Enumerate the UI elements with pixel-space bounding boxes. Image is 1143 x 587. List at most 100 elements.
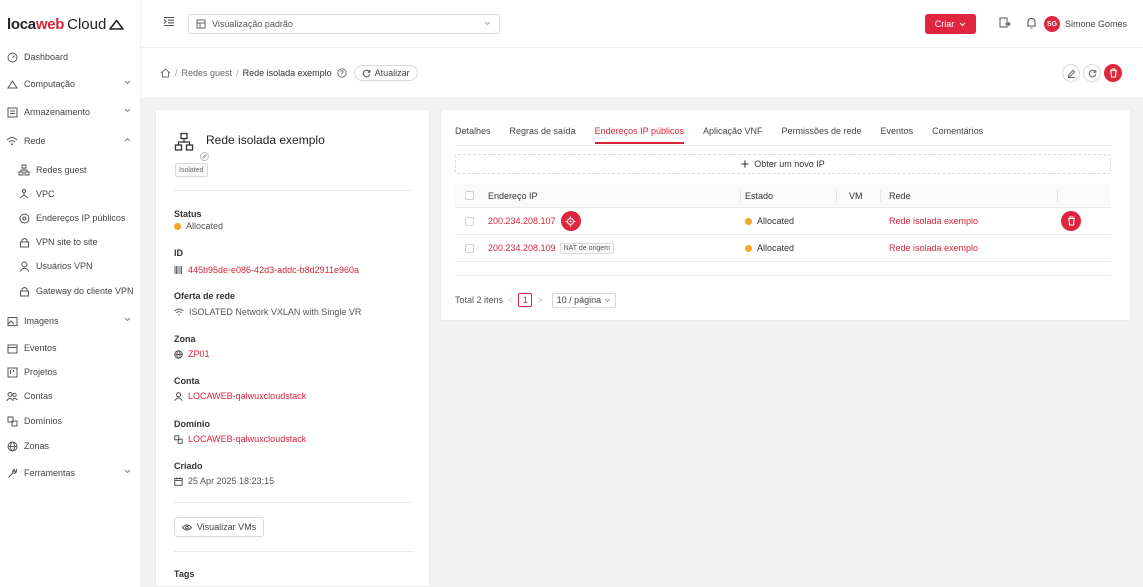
select-all-checkbox[interactable]	[465, 191, 474, 200]
sidebar-item-imagens[interactable]: Imagens	[0, 311, 141, 331]
refresh-button[interactable]: Atualizar	[353, 65, 418, 81]
status-dot	[174, 222, 181, 230]
id-label: ID	[174, 248, 183, 258]
col-ip[interactable]: Endereço IP	[488, 184, 538, 207]
view-vms-button[interactable]: Visualizar VMs	[174, 517, 264, 537]
tab-eventos[interactable]: Eventos	[881, 126, 914, 144]
sidebar-item-dominios[interactable]: Domínios	[0, 411, 141, 431]
globe-icon	[174, 349, 183, 359]
sidebar-item-label: Zonas	[24, 441, 50, 451]
storage-icon	[6, 106, 18, 118]
domain-icon	[174, 434, 183, 444]
home-icon[interactable]	[160, 68, 171, 78]
sidebar-item-dashboard[interactable]: Dashboard	[0, 47, 141, 67]
edit-button[interactable]	[1062, 64, 1080, 82]
public-ips-card: Detalhes Regras de saída Endereços IP pú…	[440, 109, 1131, 321]
sidebar-item-redes-guest[interactable]: Redes guest	[0, 160, 141, 180]
network-link[interactable]: Rede isolada exemplo	[889, 208, 978, 234]
status-value: Allocated	[174, 221, 223, 231]
page-button[interactable]: 1	[518, 293, 533, 307]
eye-icon	[181, 524, 192, 530]
release-ip-button[interactable]	[1061, 211, 1081, 231]
tab-enderecos-ip[interactable]: Endereços IP públicos	[594, 126, 684, 144]
sidebar-item-label: Armazenamento	[24, 107, 91, 117]
sidebar-item-label: Rede	[24, 136, 46, 146]
sidebar-item-zonas[interactable]: Zonas	[0, 436, 141, 456]
sidebar-item-ferramentas[interactable]: Ferramentas	[0, 463, 141, 483]
col-state[interactable]: Estado	[745, 184, 773, 207]
row-checkbox[interactable]	[465, 243, 474, 253]
sidebar-item-eventos[interactable]: Eventos	[0, 338, 141, 358]
tab-permissoes-rede[interactable]: Permissões de rede	[782, 126, 862, 144]
network-icon	[174, 132, 194, 151]
tab-comentarios[interactable]: Comentários	[932, 126, 983, 144]
table-header: Endereço IP Estado VM Rede	[455, 184, 1111, 208]
sidebar-item-enderecos-ip[interactable]: Endereços IP públicos	[0, 208, 141, 228]
col-vm[interactable]: VM	[849, 184, 863, 207]
network-link[interactable]: Rede isolada exemplo	[889, 235, 978, 261]
tab-regras-saida[interactable]: Regras de saída	[510, 126, 576, 144]
sidebar-item-rede[interactable]: Rede	[0, 131, 141, 151]
sidebar-item-gateway-vpn[interactable]: Gateway do cliente VPN	[0, 281, 141, 301]
sidebar-item-label: Ferramentas	[24, 468, 76, 478]
edit-icon	[1067, 69, 1075, 78]
top-header: Visualização padrão Criar SG Simone Gome…	[141, 0, 1143, 48]
sidebar-item-computacao[interactable]: Computação	[0, 74, 141, 94]
chevron-down-icon	[124, 469, 131, 474]
chevron-down-icon	[604, 298, 611, 302]
network-details-card: Rede isolada exemplo Isolated Status All…	[155, 109, 430, 587]
id-value: 445b95de-e086-42d3-addc-b8d2911e960a	[174, 265, 359, 275]
delete-network-button[interactable]	[1104, 64, 1122, 82]
locate-button[interactable]	[560, 211, 581, 231]
sidebar-item-label: Redes guest	[36, 165, 87, 175]
sidebar-item-armazenamento[interactable]: Armazenamento	[0, 102, 141, 122]
sidebar-item-usuarios-vpn[interactable]: Usuários VPN	[0, 256, 141, 276]
create-button[interactable]: Criar	[925, 14, 976, 34]
export-icon[interactable]	[999, 17, 1011, 29]
ip-address-link[interactable]: 200.234.208.107	[488, 216, 556, 226]
col-network[interactable]: Rede	[889, 184, 911, 207]
detail-tabs: Detalhes Regras de saída Endereços IP pú…	[455, 126, 1002, 144]
tab-aplicacao-vnf[interactable]: Aplicação VNF	[703, 126, 763, 144]
ip-address-link[interactable]: 200.234.208.109	[488, 243, 556, 253]
network-type-tag: Isolated	[175, 163, 208, 177]
sidebar-item-projetos[interactable]: Projetos	[0, 362, 141, 382]
user-icon	[18, 260, 30, 272]
created-label: Criado	[174, 461, 203, 471]
sync-icon	[1088, 69, 1096, 77]
sidebar-item-label: Computação	[24, 79, 76, 89]
wifi-icon	[174, 308, 184, 316]
table-row: 200.234.208.109 NAT de origem Allocated …	[455, 235, 1111, 262]
bell-icon[interactable]	[1026, 17, 1037, 29]
sidebar-item-vpc[interactable]: VPC	[0, 184, 141, 204]
breadcrumb-parent[interactable]: Redes guest	[182, 68, 233, 78]
avatar[interactable]: SG	[1044, 16, 1060, 32]
brand-logo[interactable]: loca web Cloud	[0, 0, 140, 48]
chevron-down-icon	[959, 22, 966, 26]
tags-label: Tags	[174, 569, 195, 579]
view-select[interactable]: Visualização padrão	[188, 14, 500, 34]
sidebar-item-vpn-site[interactable]: VPN site to site	[0, 232, 141, 252]
network-title: Rede isolada exemplo	[206, 133, 325, 147]
calendar-icon	[174, 477, 183, 486]
sidebar-item-contas[interactable]: Contas	[0, 386, 141, 406]
calendar-icon	[6, 342, 18, 354]
tab-detalhes[interactable]: Detalhes	[455, 126, 491, 144]
next-page-button[interactable]: >	[537, 295, 542, 305]
user-name[interactable]: Simone Gomes	[1065, 19, 1127, 29]
prev-page-button[interactable]: <	[508, 295, 513, 305]
edit-icon[interactable]	[200, 152, 209, 161]
page-size-select[interactable]: 10 / página	[551, 292, 617, 308]
chevron-down-icon	[124, 317, 131, 322]
location-icon	[18, 212, 30, 224]
help-icon[interactable]	[336, 68, 347, 78]
account-label: Conta	[174, 376, 200, 386]
menu-fold-icon[interactable]	[163, 16, 175, 27]
acquire-ip-button[interactable]: Obter um novo IP	[455, 154, 1111, 174]
breadcrumb: / Redes guest / Rede isolada exemplo Atu…	[160, 64, 418, 82]
domain-icon	[6, 415, 18, 427]
tool-icon	[6, 467, 18, 479]
row-checkbox[interactable]	[465, 216, 474, 226]
sync-button[interactable]	[1083, 64, 1101, 82]
sidebar-item-label: VPC	[36, 189, 55, 199]
